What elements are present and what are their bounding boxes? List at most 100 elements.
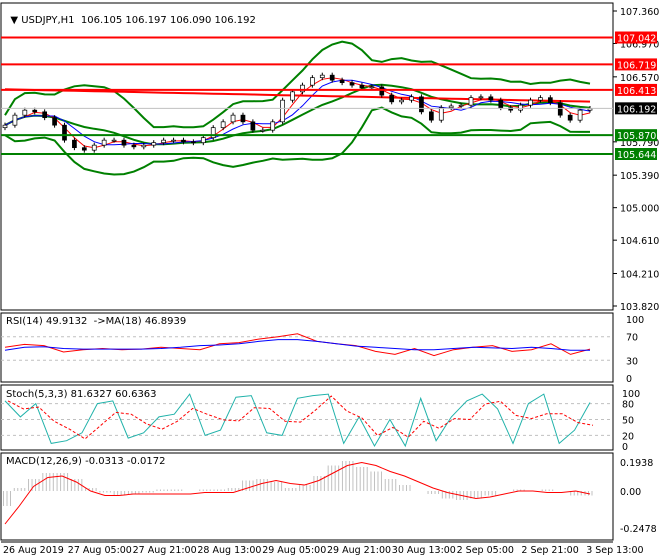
price-tick-label: 105.000 [620, 204, 659, 215]
candle-body [528, 99, 533, 106]
level-badge-label: 107.042 [617, 34, 656, 45]
stoch-tick-label: 50 [622, 416, 634, 427]
macd-tick-label: 0.00 [620, 487, 641, 498]
symbol-timeframe: USDJPY,H1 [21, 15, 75, 26]
candle-body [52, 117, 57, 126]
candle-body [2, 124, 8, 129]
time-tick-label: 27 Aug 05:00 [68, 545, 132, 556]
candle-body [369, 86, 375, 89]
macd-tick-label: 0.1938 [620, 458, 653, 469]
candle-body [250, 121, 256, 131]
stoch-tick-label: 80 [622, 400, 634, 411]
candle-body [438, 107, 444, 121]
candle-body [547, 97, 553, 104]
rsi-tick-label: 0 [626, 374, 632, 385]
symbol-header: ▼ USDJPY,H1 106.105 106.197 106.090 106.… [4, 4, 256, 26]
candle-body [260, 129, 266, 132]
candle-body [181, 139, 186, 143]
candle-body [399, 99, 404, 103]
time-tick-label: 29 Aug 05:00 [262, 545, 326, 556]
candle-body [91, 144, 97, 151]
candle-body [131, 144, 137, 148]
rsi-tick-label: 100 [626, 315, 644, 326]
candle-body [12, 114, 18, 126]
price-tick-label: 106.570 [620, 73, 659, 84]
price-tick-label: 104.610 [620, 236, 659, 247]
stoch-tick-label: 0 [622, 442, 628, 453]
candle-body [230, 114, 236, 123]
candle-body [349, 82, 355, 86]
candle-body [32, 109, 38, 113]
candle-body [359, 84, 365, 89]
candle-body [270, 121, 276, 131]
price-tick-label: 107.360 [620, 7, 659, 18]
level-badge-label: 106.413 [617, 86, 656, 97]
macd-title: MACD(12,26,9) -0.0313 -0.0172 [6, 456, 166, 467]
rsi-tick-label: 30 [626, 356, 638, 367]
candle-body [409, 96, 414, 101]
time-tick-label: 3 Sep 13:00 [586, 545, 643, 556]
candle-body [448, 105, 454, 109]
price-tick-label: 104.210 [620, 270, 659, 281]
candle-body [191, 141, 196, 144]
time-tick-label: 27 Aug 21:00 [133, 545, 197, 556]
collapse-triangle-icon[interactable]: ▼ [10, 15, 21, 26]
candle-body [111, 139, 117, 142]
candle-body [171, 139, 176, 142]
level-badge-label: 106.719 [617, 60, 656, 71]
candle-body [577, 109, 583, 121]
candle-body [379, 86, 385, 96]
candle-body [121, 139, 127, 146]
candle-body [329, 74, 335, 81]
candle-body [429, 111, 434, 121]
candle-body [161, 139, 166, 144]
candle-body [339, 79, 345, 84]
level-badge-label: 105.644 [617, 150, 656, 161]
candle-body [468, 97, 474, 106]
candle-body [567, 114, 573, 121]
candle-body [538, 97, 543, 101]
candle-body [151, 142, 157, 146]
candle-body [141, 144, 147, 148]
candle-body [478, 96, 484, 99]
candle-body [557, 102, 563, 116]
stoch-title: Stoch(5,3,3) 81.6327 60.6363 [6, 389, 157, 400]
candle-body [22, 109, 28, 116]
level-badge-label: 105.870 [617, 131, 656, 142]
candle-body [81, 147, 87, 151]
time-tick-label: 26 Aug 2019 [3, 545, 64, 556]
chart-canvas[interactable]: 107.360106.970106.570105.790105.390105.0… [0, 0, 660, 560]
candle-body [488, 96, 494, 101]
candle-body [498, 99, 504, 109]
candle-body [62, 124, 67, 141]
rsi-title: RSI(14) 49.9132 ->MA(18) 46.8939 [6, 316, 187, 327]
candle-body [220, 121, 226, 129]
candle-body [200, 137, 206, 144]
time-tick-label: 30 Aug 13:00 [392, 545, 456, 556]
price-tick-label: 103.820 [620, 302, 659, 313]
time-tick-label: 28 Aug 13:00 [197, 545, 261, 556]
candle-body [389, 94, 395, 103]
candle-body [458, 104, 464, 107]
candle-body [290, 91, 295, 101]
stoch-tick-label: 100 [622, 389, 640, 400]
time-tick-label: 29 Aug 21:00 [327, 545, 391, 556]
macd-tick-label: -0.2478 [620, 524, 657, 535]
candle-body [319, 74, 325, 79]
rsi-tick-label: 70 [626, 333, 638, 344]
time-tick-label: 2 Sep 21:00 [521, 545, 578, 556]
candle-body [101, 139, 107, 146]
price-tick-label: 105.390 [620, 171, 659, 182]
time-tick-label: 2 Sep 05:00 [457, 545, 514, 556]
candle-body [72, 139, 77, 149]
main-price-panel[interactable] [0, 2, 614, 311]
level-badge-label: 106.192 [617, 104, 656, 115]
candle-body [310, 77, 315, 86]
ohlc-values: 106.105 106.197 106.090 106.192 [80, 15, 256, 26]
candle-body [518, 104, 523, 111]
candle-body [42, 111, 48, 119]
candle-body [280, 99, 285, 123]
stoch-tick-label: 20 [622, 431, 634, 442]
candle-body [419, 96, 424, 113]
candle-body [240, 114, 246, 123]
